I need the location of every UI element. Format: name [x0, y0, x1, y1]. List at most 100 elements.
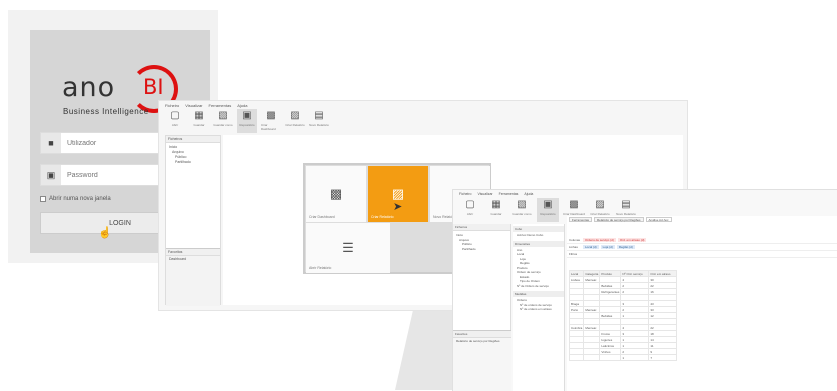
screenshot-stage: ano BI Business Intelligence ■ ▣ Abrir n…: [0, 0, 837, 391]
logo-subtitle: Business Intelligence: [63, 107, 149, 116]
saveas-icon: ▧: [517, 199, 527, 210]
create-dashboard-tile[interactable]: ▩ Criar Dashboard: [306, 166, 366, 222]
toolbar-open-label: Abrir: [466, 212, 474, 216]
favorites-panel: Favoritos Dashboard: [166, 248, 220, 306]
saveas-icon: ▧: [218, 110, 228, 121]
row-pill[interactable]: Região (d): [616, 245, 635, 249]
menu-bar: Ficheiro Visualizar Ferramentas Ajuda: [453, 190, 837, 198]
dimensions-tree: Ano Local Loja Região Produto Ordem de s…: [513, 247, 564, 290]
open-report-tile[interactable]: ☰ Abrir Relatório: [306, 223, 390, 273]
newreport-icon: ▤: [621, 199, 631, 210]
datasource-select[interactable]: Ad-hoc Demo Cubo: [513, 232, 564, 239]
menu-help[interactable]: Ajuda: [524, 192, 533, 196]
menu-help[interactable]: Ajuda: [237, 103, 247, 108]
app-window-report: Ficheiro Visualizar Ferramentas Ajuda ▢ A…: [452, 189, 837, 391]
toolbar-save-button[interactable]: ▦ Guardar: [485, 198, 507, 222]
file-sidebar: Ficheiros Inicio Arquivo Público Partilh…: [453, 224, 511, 391]
new-window-checkbox[interactable]: Abrir numa nova janela: [40, 196, 111, 202]
sidebar-header: Ficheiros: [453, 224, 510, 231]
favorites-header: Favoritos: [166, 249, 220, 256]
rows-drop-zone[interactable]: Linhas Local (d) Loja (d) Região (d): [567, 244, 837, 251]
rows-label: Linhas: [569, 245, 578, 249]
table-body: Lisboa Mercear. 4 30 Bebidas 2 22 Refrigerantes…: [568, 276, 678, 361]
toolbar-repository-button[interactable]: ▣ Repositório: [237, 109, 257, 133]
file-tree: Inicio Arquivo Público Partilhado: [166, 143, 220, 167]
toolbar-newreport-button[interactable]: ▤ Novo Relatório: [309, 109, 329, 133]
row-pill[interactable]: Local (d): [583, 245, 599, 249]
toolbar-saveas-button[interactable]: ▧ Guardar como: [213, 109, 233, 133]
dashboard-icon: ▩: [569, 199, 579, 210]
file-sidebar: Ficheiros Inicio Arquivo Público Partilh…: [165, 135, 221, 306]
datasource-panel: Cubo Ad-hoc Demo Cubo Dimensões Ano Loca…: [513, 224, 565, 391]
table-cell: 7: [648, 354, 678, 361]
column-pill[interactable]: Ordens de serviço (d): [583, 238, 616, 242]
tab-tools[interactable]: Ferramentas: [569, 217, 593, 222]
pivot-table: Local Categoria Produto Nº Ord. serviço …: [568, 270, 678, 361]
report-workspace: Ferramentas Relatório de serviço por Reg…: [567, 216, 837, 391]
toolbar-repository-label: Repositório: [239, 123, 255, 127]
favorite-item[interactable]: Dashboard: [166, 256, 220, 262]
measure-item[interactable]: Nº de ordens em atraso: [517, 307, 560, 312]
tree-item[interactable]: Partilhado: [456, 247, 507, 252]
tile-label: Criar Dashboard: [309, 215, 335, 219]
folder-icon: ▢: [465, 199, 475, 210]
favorite-item[interactable]: Relatório de serviço por Regiões: [453, 338, 511, 344]
toolbar-newreport-label: Novo Relatório: [309, 123, 329, 127]
logo-bi-text: BI: [143, 75, 164, 99]
lock-icon: ▣: [41, 165, 61, 185]
toolbar-save-label: Guardar: [490, 212, 502, 216]
save-icon: ▦: [491, 199, 501, 210]
columns-drop-zone[interactable]: Colunas Ordens de serviço (d) Ord. em at…: [567, 237, 837, 244]
favorites-header: Favoritos: [453, 331, 511, 338]
row-pill[interactable]: Loja (d): [600, 245, 615, 249]
toolbar-saveas-label: Guardar como: [512, 212, 532, 216]
menu-file[interactable]: Ficheiro: [459, 192, 471, 196]
report-icon: ▨: [290, 110, 300, 121]
dashboard-icon: ▩: [329, 186, 343, 201]
toolbar-repository-button[interactable]: ▣ Repositório: [537, 198, 559, 222]
repository-icon: ▣: [543, 199, 553, 210]
toolbar-save-label: Guardar: [193, 123, 205, 127]
toolbar-dashboard-label: Criar Dashboard: [261, 123, 276, 131]
menu-view[interactable]: Visualizar: [185, 103, 202, 108]
cursor-arrow-icon: ➤: [393, 201, 403, 213]
column-pill[interactable]: Ord. em atraso (d): [617, 238, 647, 242]
filters-label: Filtros: [569, 252, 578, 256]
repository-icon: ▣: [242, 110, 252, 121]
report-icon: ▨: [595, 199, 605, 210]
cursor-hand-icon: ☝: [98, 227, 112, 239]
tree-item[interactable]: Partilhado: [169, 160, 217, 165]
toolbar-open-button[interactable]: ▢ Abrir: [459, 198, 481, 222]
toolbar-save-button[interactable]: ▦ Guardar: [189, 109, 209, 133]
dashboard-icon: ▩: [266, 110, 276, 121]
menu-view[interactable]: Visualizar: [477, 192, 492, 196]
dimension-item[interactable]: Nº de Ordem de serviço: [517, 284, 560, 289]
save-icon: ▦: [194, 110, 204, 121]
measures-tree: Ordens Nº de ordens de serviço Nº de ord…: [513, 297, 564, 313]
toolbar-saveas-button[interactable]: ▧ Guardar como: [511, 198, 533, 222]
toolbar-report-button[interactable]: ▨ Criar Relatório: [285, 109, 305, 133]
toolbar-open-button[interactable]: ▢ Abrir: [165, 109, 185, 133]
toolbar-report-label: Criar Relatório: [285, 123, 305, 127]
tile-label: Criar Relatório: [371, 215, 394, 219]
create-report-tile[interactable]: ▨ Criar Relatório: [368, 166, 428, 222]
menu-file[interactable]: Ficheiro: [165, 103, 179, 108]
report-tabs: Ferramentas Relatório de serviço por Reg…: [567, 216, 837, 223]
menu-tools[interactable]: Ferramentas: [209, 103, 232, 108]
tab-adhoc[interactable]: Análise Ad-hoc: [645, 217, 672, 222]
columns-label: Colunas: [569, 238, 581, 242]
toolbar-saveas-label: Guardar como: [213, 123, 233, 127]
toolbar-repository-label: Repositório: [540, 212, 556, 216]
newreport-icon: ▤: [314, 110, 324, 121]
favorites-panel: Favoritos Relatório de serviço por Regiõ…: [453, 330, 511, 391]
toolbar-open-label: Abrir: [171, 123, 179, 127]
checkbox-icon[interactable]: [40, 196, 46, 202]
menu-tools[interactable]: Ferramentas: [499, 192, 519, 196]
tile-label: Abrir Relatório: [309, 266, 332, 270]
new-window-label: Abrir numa nova janela: [49, 196, 111, 202]
toolbar-dashboard-button[interactable]: ▩ Criar Dashboard: [261, 109, 281, 133]
filters-drop-zone[interactable]: Filtros: [567, 251, 837, 258]
sidebar-header: Ficheiros: [166, 136, 220, 143]
tab-region-report[interactable]: Relatório de serviço por Regiões: [594, 217, 644, 222]
table-cell: 1: [620, 354, 650, 361]
